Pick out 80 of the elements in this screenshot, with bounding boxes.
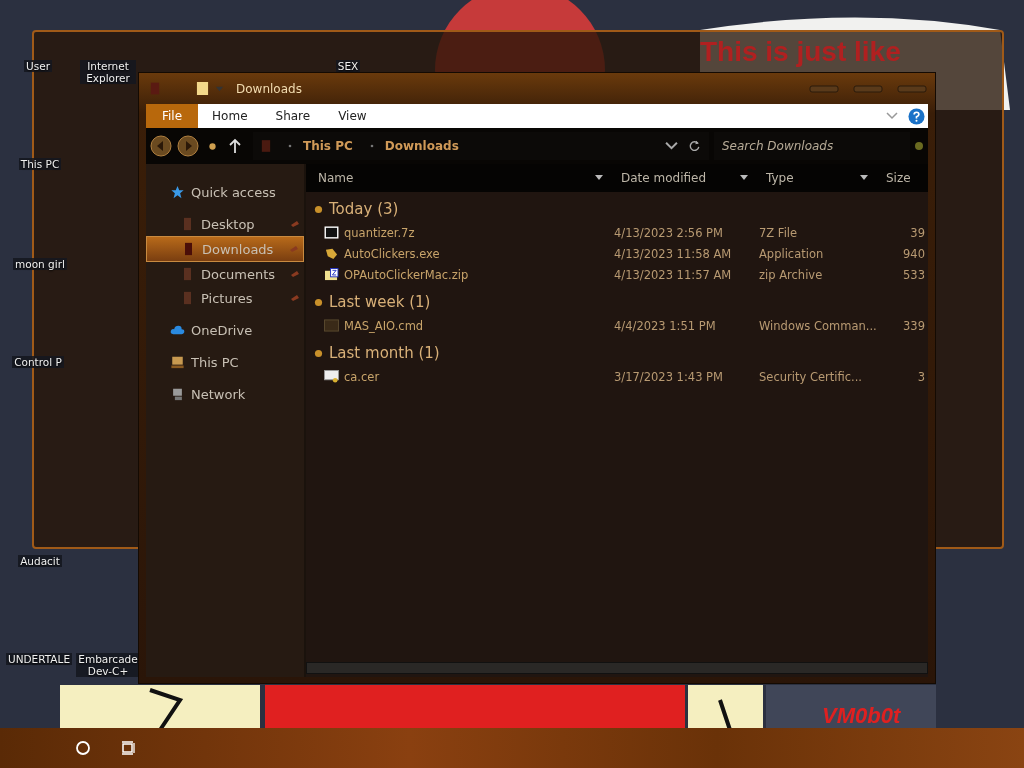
caret-icon[interactable] xyxy=(860,175,868,181)
desktop-icon-label[interactable]: This PC xyxy=(18,158,62,170)
column-header[interactable]: Size xyxy=(874,164,928,192)
breadcrumb[interactable]: This PC xyxy=(303,139,353,153)
help-icon[interactable] xyxy=(908,107,925,125)
circle-icon[interactable] xyxy=(75,740,91,756)
dropdown-icon[interactable] xyxy=(665,140,678,152)
folder-icon xyxy=(261,138,271,154)
network-icon xyxy=(170,387,185,401)
nav-item[interactable]: Pictures xyxy=(146,286,304,310)
file-name[interactable]: AutoClickers.exe xyxy=(344,246,440,261)
refresh-icon[interactable] xyxy=(688,140,701,152)
ribbon-tab[interactable]: Share xyxy=(261,104,325,128)
nav-item[interactable]: OneDrive xyxy=(146,318,304,342)
folder-icon[interactable] xyxy=(196,81,209,96)
desktop-icon-label[interactable]: Control P xyxy=(12,356,64,368)
desktop-icon-label[interactable]: UNDERTALE xyxy=(5,653,73,665)
type-cell-text: Security Certific... xyxy=(758,369,863,384)
bullet-icon[interactable] xyxy=(314,348,323,358)
forward-icon[interactable] xyxy=(177,135,199,157)
column-header[interactable]: Name xyxy=(306,164,609,192)
file-name[interactable]: OPAutoClickerMac.zip xyxy=(344,267,469,282)
desktop-icon-label[interactable]: SEX xyxy=(335,60,361,72)
date-cell-text: 4/4/2023 1:51 PM xyxy=(613,318,717,333)
computer-icon xyxy=(170,355,185,369)
nav-item[interactable]: Network xyxy=(146,382,304,406)
desktop-icon-label[interactable]: Embarcade Dev-C+ xyxy=(76,653,140,677)
size-cell-text: 940 xyxy=(902,246,926,261)
size-cell-text: 339 xyxy=(902,318,926,333)
ribbon-tab[interactable]: Home xyxy=(198,104,262,128)
breadcrumb[interactable]: Downloads xyxy=(384,139,459,153)
column-header[interactable]: Date modified xyxy=(609,164,754,192)
nav-item[interactable]: Documents xyxy=(146,262,304,286)
cloud-icon xyxy=(170,323,185,337)
terminal-icon xyxy=(324,319,339,332)
desktop-icon-label[interactable]: moon girl xyxy=(13,258,67,270)
date-cell-text: 4/13/2023 11:58 AM xyxy=(613,246,733,261)
star-icon xyxy=(170,185,185,199)
type-cell-text: 7Z File xyxy=(758,225,799,240)
address-bar[interactable]: This PC Downloads xyxy=(253,132,709,160)
bullet-icon[interactable] xyxy=(314,297,323,307)
size-cell-text: 533 xyxy=(902,267,926,282)
group-header[interactable]: Last month (1) xyxy=(329,344,440,362)
scrollbar[interactable] xyxy=(306,662,928,674)
type-cell-text: Windows Comman... xyxy=(758,318,874,333)
certificate-icon xyxy=(324,370,339,383)
caret-icon[interactable] xyxy=(740,175,748,181)
nav-item[interactable]: Quick access xyxy=(146,180,304,204)
desktop-icon-label[interactable]: Internet Explorer xyxy=(80,60,136,84)
date-cell-text: 4/13/2023 2:56 PM xyxy=(613,225,724,240)
date-cell-text: 3/17/2023 1:43 PM xyxy=(613,369,724,384)
desktop-icon-label[interactable]: User xyxy=(24,60,52,72)
size-cell-text: 39 xyxy=(909,225,926,240)
group-header[interactable]: Today (3) xyxy=(329,200,399,218)
size-cell-text: 3 xyxy=(916,369,926,384)
nav-item[interactable]: Desktop xyxy=(146,212,304,236)
bullet-icon[interactable] xyxy=(314,204,323,214)
search-field[interactable]: Search Downloads xyxy=(714,132,910,160)
file-name[interactable]: ca.cer xyxy=(344,369,380,384)
file-name[interactable]: quantizer.7z xyxy=(344,225,415,240)
up-arrow-icon[interactable] xyxy=(228,138,242,154)
banner-text: This is just like xyxy=(700,36,901,68)
type-cell-text: Application xyxy=(758,246,825,261)
desktop-icon-label[interactable]: Audacit xyxy=(18,555,62,567)
archive-icon xyxy=(324,268,339,281)
ribbon-tab[interactable]: View xyxy=(324,104,381,128)
type-cell-text: zip Archive xyxy=(758,267,824,282)
group-header[interactable]: Last week (1) xyxy=(329,293,431,311)
file-name[interactable]: MAS_AIO.cmd xyxy=(344,318,424,333)
window-title: Downloads xyxy=(236,81,302,96)
folder-icon xyxy=(150,81,160,96)
task-view-icon[interactable] xyxy=(121,740,137,756)
ribbon-tab[interactable]: File xyxy=(146,104,199,128)
column-header[interactable]: Type xyxy=(754,164,874,192)
nav-item[interactable]: This PC xyxy=(146,350,304,374)
back-icon[interactable] xyxy=(150,135,172,157)
date-cell-text: 4/13/2023 11:57 AM xyxy=(613,267,733,282)
corner-text: VM0b0t xyxy=(822,703,901,729)
caret-icon[interactable] xyxy=(595,175,603,181)
archive-icon xyxy=(324,226,339,239)
